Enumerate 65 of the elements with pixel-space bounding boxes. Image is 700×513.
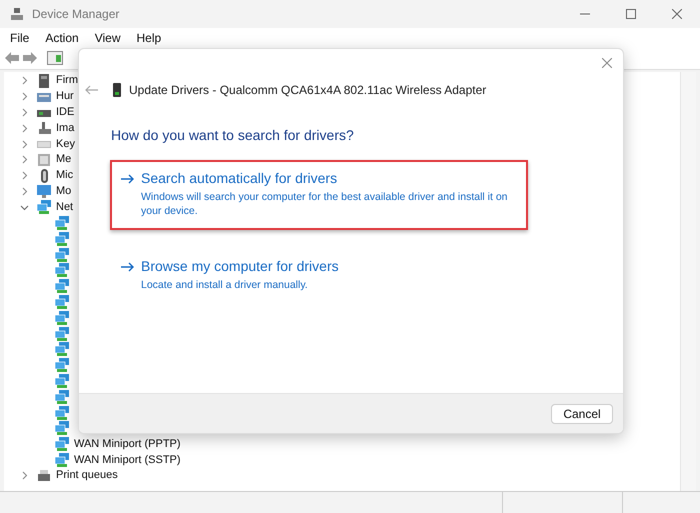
network-icon [54, 215, 70, 232]
tree-item-label[interactable]: Mo [56, 184, 72, 198]
close-icon[interactable] [672, 9, 682, 19]
option-description: Windows will search your computer for the best available driver and install it on your device. [141, 190, 509, 218]
tree-item-label[interactable]: Ima [56, 122, 74, 135]
tree-item-label[interactable]: Mic [56, 169, 74, 182]
close-button[interactable] [599, 55, 615, 71]
chevron-down-icon[interactable] [20, 202, 29, 212]
network-icon [54, 278, 70, 294]
back-icon[interactable] [5, 52, 19, 64]
tree-item-label[interactable]: IDE [56, 106, 74, 119]
menu-item[interactable]: View [86, 28, 128, 46]
arrow-right-icon [120, 174, 134, 184]
device-manager-icon [10, 7, 24, 21]
window-title: Device Manager [32, 6, 120, 23]
chevron-right-icon[interactable] [20, 124, 29, 133]
device-icon [113, 83, 121, 97]
option-description: Locate and install a driver manually. [141, 278, 309, 292]
panel-icon[interactable] [47, 51, 63, 65]
network-icon [54, 341, 70, 358]
tree-item-label[interactable]: WAN Miniport (SSTP) [74, 454, 181, 467]
tree-item-label[interactable]: Print queues [56, 469, 118, 482]
forward-icon[interactable] [23, 52, 37, 64]
printer-icon [36, 468, 52, 484]
network-icon [54, 420, 70, 436]
tree-item-label[interactable]: Firm [56, 74, 78, 88]
network-icon [54, 326, 70, 342]
arrow-right-icon [120, 262, 134, 272]
network-icon [54, 246, 70, 263]
chevron-right-icon[interactable] [20, 186, 29, 196]
chevron-right-icon[interactable] [20, 471, 29, 480]
network-icon [54, 404, 70, 421]
chevron-right-icon[interactable] [20, 155, 29, 164]
network-icon [54, 310, 70, 326]
network-icon [54, 262, 70, 278]
menu-item[interactable]: File [2, 28, 38, 46]
network-icon [54, 294, 70, 310]
network-icon [54, 373, 70, 390]
cancel-button[interactable]: Cancel [551, 404, 613, 424]
back-arrow-icon[interactable] [85, 85, 99, 95]
chevron-right-icon[interactable] [20, 108, 29, 117]
network-icon [36, 199, 52, 216]
chevron-right-icon[interactable] [20, 76, 29, 86]
network-icon [54, 357, 70, 374]
dialog-title: Update Drivers - Qualcomm QCA61x4A 802.11ac Wireless Adapter [129, 82, 486, 99]
chevron-right-icon[interactable] [20, 92, 29, 102]
tree-item-label[interactable]: Key [56, 138, 75, 151]
option-link[interactable]: Browse my computer for drivers [141, 256, 339, 277]
scrollbar-track[interactable] [680, 72, 696, 491]
network-icon [54, 436, 70, 452]
monitor-icon [36, 183, 52, 200]
tree-item-label[interactable]: Me [56, 153, 72, 166]
menu-item[interactable]: Action [37, 28, 87, 46]
network-icon [54, 452, 70, 468]
network-icon [54, 388, 70, 405]
tree-item-label[interactable]: Net [56, 200, 74, 214]
option-link[interactable]: Search automatically for drivers [141, 168, 338, 189]
dialog-heading: How do you want to search for drivers? [111, 126, 355, 145]
menu-item[interactable]: Help [128, 28, 170, 46]
network-icon [54, 230, 70, 247]
tree-item-label[interactable]: Hur [56, 90, 74, 104]
chevron-right-icon[interactable] [20, 171, 29, 180]
chevron-right-icon[interactable] [20, 140, 29, 149]
tree-item-label[interactable]: WAN Miniport (PPTP) [74, 438, 181, 451]
maximize-icon[interactable] [626, 9, 636, 19]
